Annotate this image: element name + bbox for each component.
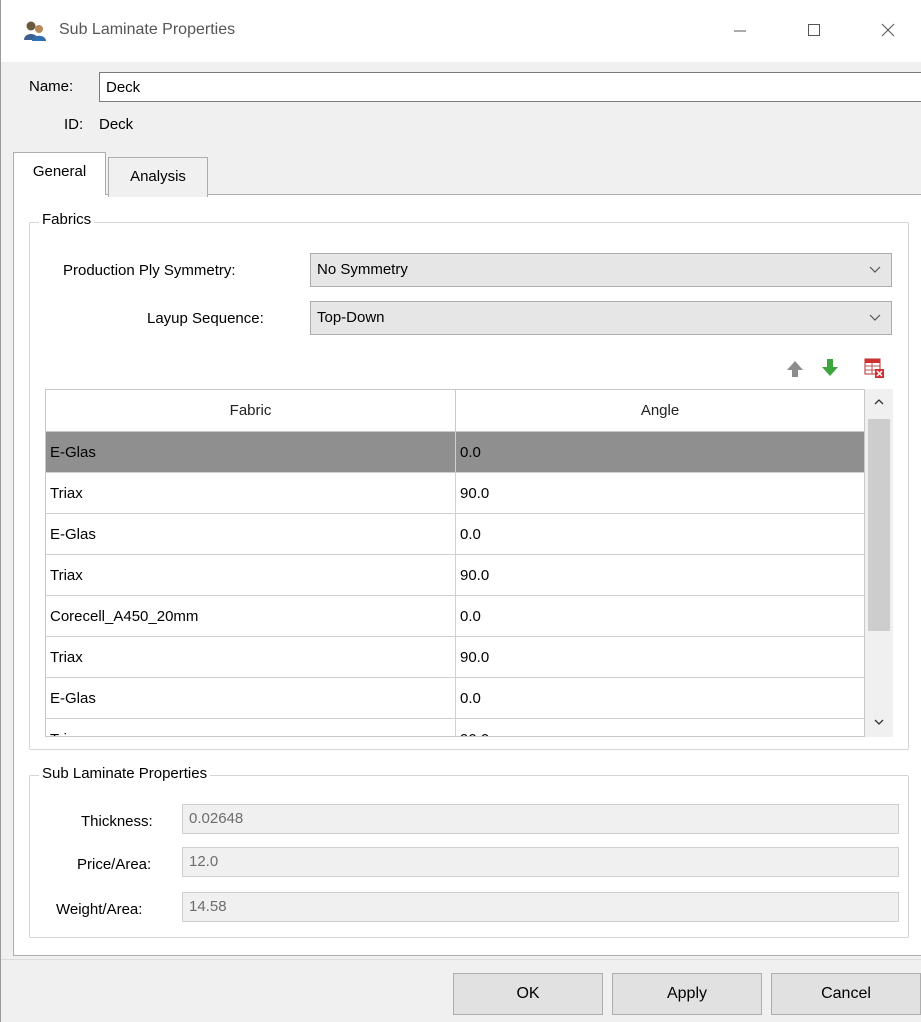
table-row[interactable]: E-Glas 0.0 (46, 678, 864, 719)
dialog-window: Sub Laminate Properties Name: ID: Deck G… (0, 0, 921, 1022)
angle-cell[interactable]: 0.0 (456, 514, 864, 554)
fabric-cell[interactable]: Corecell_A450_20mm (46, 596, 456, 636)
move-up-icon[interactable] (784, 358, 806, 380)
ply-symmetry-label: Production Ply Symmetry: (63, 262, 236, 279)
maximize-button[interactable] (791, 12, 837, 52)
fabric-cell[interactable]: E-Glas (46, 678, 456, 718)
table-row[interactable]: Triax 90.0 (46, 473, 864, 514)
layup-sequence-value: Top-Down (317, 309, 385, 326)
price-area-label: Price/Area: (77, 856, 152, 873)
apply-button[interactable]: Apply (612, 973, 762, 1015)
layup-sequence-select[interactable]: Top-Down (310, 301, 892, 335)
angle-cell[interactable]: 90.0 (456, 637, 864, 677)
ply-symmetry-select[interactable]: No Symmetry (310, 253, 892, 287)
move-down-icon[interactable] (819, 356, 841, 378)
fabric-cell[interactable]: Triax (46, 555, 456, 595)
title-bar[interactable]: Sub Laminate Properties (1, 0, 921, 62)
name-label: Name: (29, 78, 74, 95)
fabric-cell[interactable]: E-Glas (46, 514, 456, 554)
scroll-down-button[interactable] (865, 709, 893, 737)
properties-group-legend: Sub Laminate Properties (39, 765, 211, 782)
column-header-angle[interactable]: Angle (456, 390, 864, 431)
table-row[interactable]: E-Glas 0.0 (46, 432, 864, 473)
chevron-down-icon (873, 715, 885, 732)
weight-area-field[interactable]: 14.58 (182, 892, 899, 922)
window-title: Sub Laminate Properties (59, 21, 236, 38)
angle-cell[interactable]: 0.0 (456, 432, 864, 472)
fabric-cell[interactable]: Triax (46, 637, 456, 677)
close-icon (881, 23, 895, 41)
scroll-up-button[interactable] (865, 389, 893, 417)
thickness-label: Thickness: (81, 813, 153, 830)
angle-cell[interactable]: 90.0 (456, 555, 864, 595)
cancel-button[interactable]: Cancel (771, 973, 921, 1015)
delete-row-icon[interactable] (863, 357, 885, 379)
price-area-field[interactable]: 12.0 (182, 847, 899, 877)
name-input[interactable] (99, 72, 921, 102)
table-header: Fabric Angle (46, 390, 864, 432)
fabric-cell[interactable]: E-Glas (46, 432, 456, 472)
fabric-cell[interactable]: Triax (46, 473, 456, 513)
minimize-icon (733, 23, 747, 41)
button-bar-separator (1, 959, 921, 960)
chevron-down-icon (869, 310, 881, 322)
table-scrollbar[interactable] (865, 389, 893, 737)
people-icon (23, 20, 47, 42)
chevron-up-icon (873, 395, 885, 412)
scroll-thumb[interactable] (868, 419, 890, 631)
tab-general[interactable]: General (13, 152, 106, 195)
fabric-table[interactable]: Fabric Angle E-Glas 0.0 Triax 90.0 E-Gla… (45, 389, 865, 737)
table-row[interactable]: Triax 90.0 (46, 555, 864, 596)
layup-sequence-label: Layup Sequence: (147, 310, 264, 327)
id-label: ID: (64, 116, 84, 133)
fabric-cell[interactable]: Triax (46, 719, 456, 736)
chevron-down-icon (869, 262, 881, 274)
tab-analysis[interactable]: Analysis (108, 157, 208, 197)
minimize-button[interactable] (717, 12, 763, 52)
ply-symmetry-value: No Symmetry (317, 261, 408, 278)
ok-button[interactable]: OK (453, 973, 603, 1015)
table-row[interactable]: E-Glas 0.0 (46, 514, 864, 555)
thickness-field[interactable]: 0.02648 (182, 804, 899, 834)
angle-cell[interactable]: 90.0 (456, 719, 864, 737)
angle-cell[interactable]: 90.0 (456, 473, 864, 513)
maximize-icon (807, 23, 821, 41)
table-row[interactable]: Triax 90.0 (46, 719, 864, 737)
angle-cell[interactable]: 0.0 (456, 678, 864, 718)
fabrics-group-legend: Fabrics (39, 211, 95, 228)
table-row[interactable]: Triax 90.0 (46, 637, 864, 678)
close-button[interactable] (865, 12, 911, 52)
id-value: Deck (99, 116, 134, 133)
angle-cell[interactable]: 0.0 (456, 596, 864, 636)
weight-area-label: Weight/Area: (56, 901, 143, 918)
column-header-fabric[interactable]: Fabric (46, 390, 456, 431)
table-row[interactable]: Corecell_A450_20mm 0.0 (46, 596, 864, 637)
